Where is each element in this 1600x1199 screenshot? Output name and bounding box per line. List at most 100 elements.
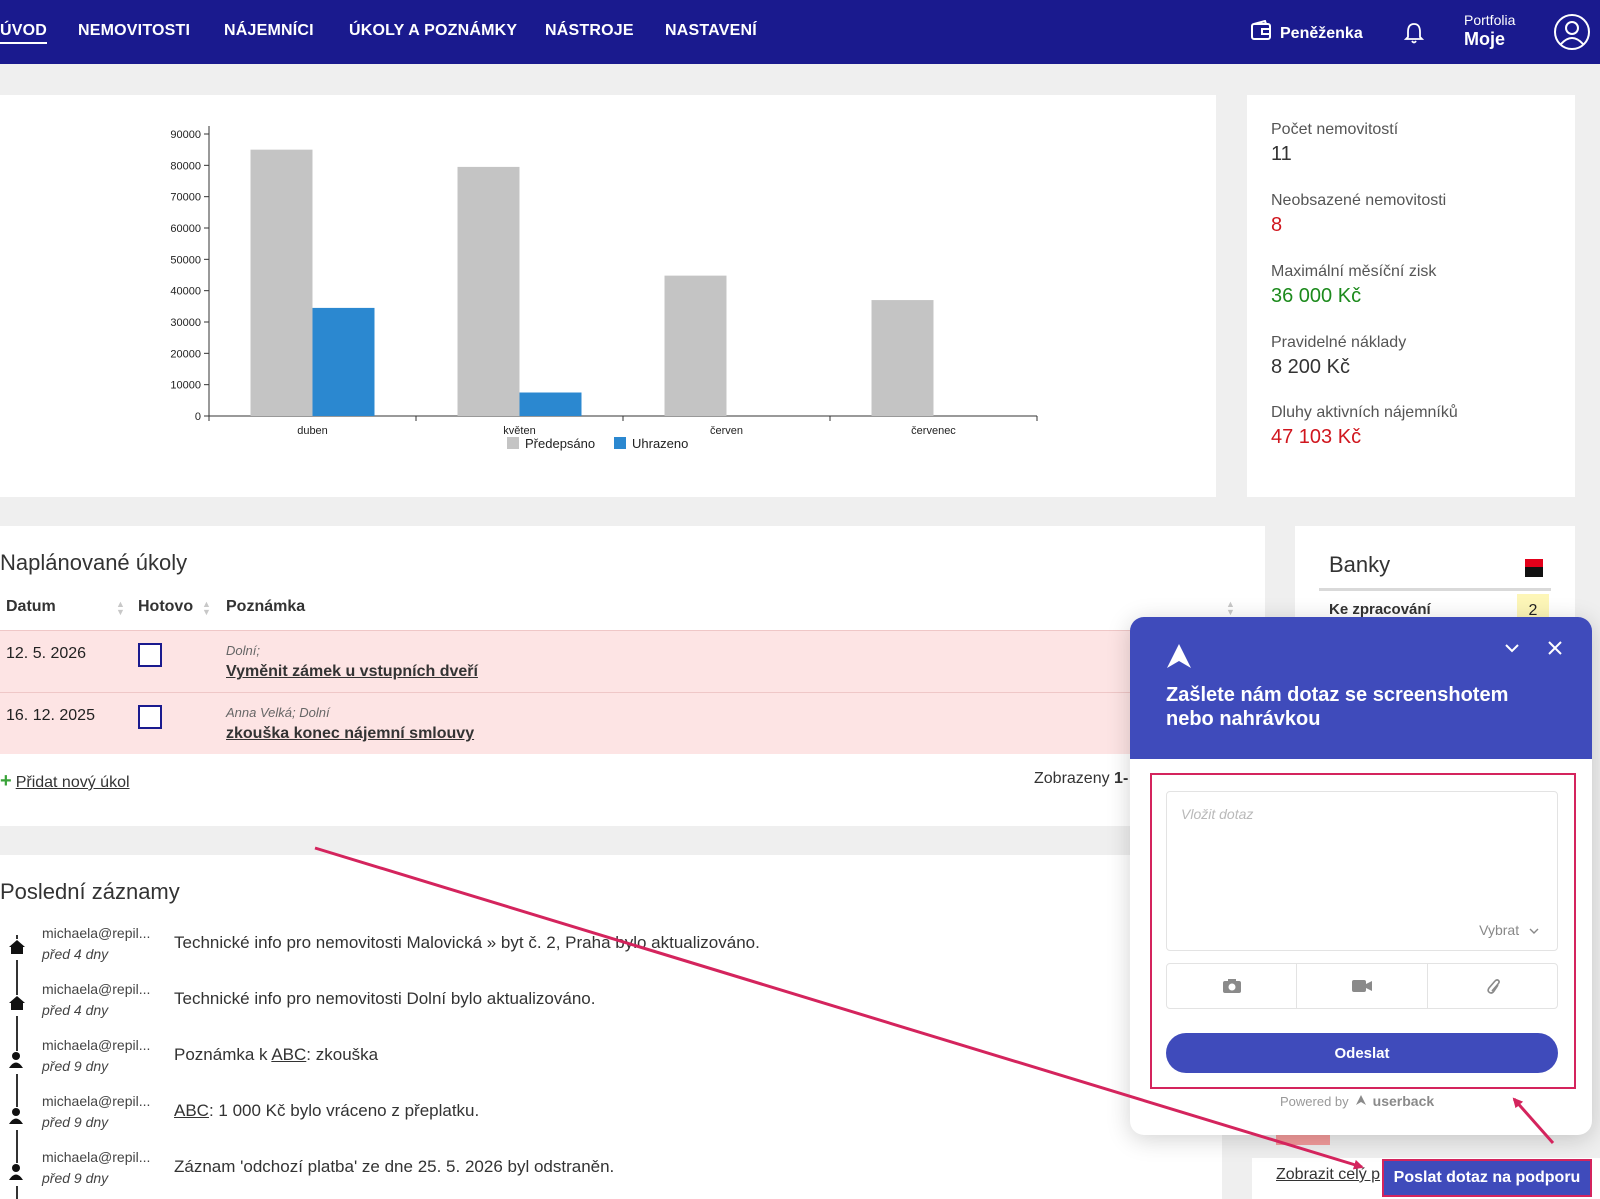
record-link[interactable]: ABC	[174, 1101, 209, 1120]
y-tick-label: 10000	[170, 380, 201, 392]
stat-value: 36 000 Kč	[1271, 285, 1362, 307]
y-tick-label: 40000	[170, 286, 201, 298]
record-user: michaela@repil...	[42, 1149, 151, 1165]
widget-title: Zašlete nám dotaz se screenshotem nebo n…	[1166, 684, 1509, 730]
stat-max-profit: Maximální měsíční zisk 36 000 Kč	[1271, 263, 1436, 308]
stat-value: 8	[1271, 214, 1283, 236]
person-icon	[8, 1163, 24, 1186]
col-header-done[interactable]: Hotovo	[138, 598, 193, 616]
chart-card: 0 10000 20000 30000 40000 50000 60000 70000 8000…	[0, 95, 1216, 497]
banks-title: Banky	[1329, 552, 1391, 577]
record-text: Záznam 'odchozí platba' ze dne 25. 5. 20…	[174, 1157, 615, 1176]
portfolio-switcher[interactable]: Portfolia Moje	[1464, 12, 1515, 50]
portfolio-label: Portfolia	[1464, 12, 1516, 28]
portfolio-value: Moje	[1464, 28, 1506, 49]
record-time: před 9 dny	[42, 1170, 109, 1186]
record-message: Záznam 'odchozí platba' ze dne 25. 5. 20…	[174, 1157, 614, 1177]
records-title: Poslední záznamy	[0, 879, 180, 904]
rent-chart: 0 10000 20000 30000 40000 50000 60000 70000 8000…	[170, 126, 1038, 451]
person-icon	[8, 1051, 24, 1074]
record-message: Technické info pro nemovitosti Malovická…	[174, 933, 760, 953]
sort-icon[interactable]: ▲ ▼	[116, 600, 125, 617]
stat-tenant-debts: Dluhy aktivních nájemníků 47 103 Kč	[1271, 404, 1458, 449]
legend-label: Uhrazeno	[632, 436, 688, 451]
video-button[interactable]	[1297, 964, 1428, 1008]
powered-by[interactable]: Powered by userback	[1280, 1093, 1434, 1109]
bell-icon[interactable]	[1403, 22, 1425, 49]
task-context: Anna Velká; Dolní	[226, 705, 330, 720]
show-full-history-link[interactable]: Zobrazit celý p	[1276, 1166, 1380, 1184]
col-header-note[interactable]: Poznámka	[226, 598, 305, 616]
task-title-link[interactable]: Vyměnit zámek u vstupních dveří	[226, 663, 478, 681]
col-header-date[interactable]: Datum	[6, 598, 56, 616]
record-text: Technické info pro nemovitosti Dolní byl…	[174, 989, 596, 1008]
record-message: Technické info pro nemovitosti Dolní byl…	[174, 989, 595, 1009]
add-task-link[interactable]: + Přidat nový úkol	[0, 770, 130, 793]
tasks-title: Naplánované úkoly	[0, 550, 188, 575]
y-tick-label: 80000	[170, 160, 201, 172]
house-icon	[8, 995, 26, 1016]
bar-uhrazeno	[312, 307, 375, 416]
legend-swatch	[507, 437, 519, 449]
wallet-button[interactable]: Peněženka	[1250, 19, 1363, 47]
record-item: michaela@repil... před 9 dny Poznámka k AB…	[0, 1037, 1222, 1093]
screenshot-button[interactable]	[1167, 964, 1298, 1008]
nav-nemovitosti[interactable]: NEMOVITOSTI	[78, 22, 190, 40]
paperclip-icon	[1487, 979, 1501, 994]
stat-label: Počet nemovitostí	[1271, 121, 1399, 138]
banks-divider	[1319, 588, 1551, 591]
x-tick-label: červen	[710, 425, 743, 437]
stats-card: Počet nemovitostí 11 Neobsazené nemovito…	[1247, 95, 1575, 497]
chevron-down-icon[interactable]	[1503, 639, 1521, 662]
close-icon[interactable]	[1546, 639, 1564, 662]
record-user: michaela@repil...	[42, 925, 151, 941]
nav-nastroje[interactable]: NÁSTROJE	[545, 22, 634, 40]
record-item: michaela@repil... před 9 dny ABC: 1 000 Kč…	[0, 1093, 1222, 1149]
sort-icon[interactable]: ▲ ▼	[1226, 600, 1235, 617]
powered-label: Powered by	[1280, 1093, 1349, 1109]
y-tick-label: 70000	[170, 192, 201, 204]
nav-ukoly[interactable]: ÚKOLY A POZNÁMKY	[349, 22, 517, 40]
userback-logo-icon	[1166, 643, 1192, 674]
nav-najemnici[interactable]: NÁJEMNÍCI	[224, 22, 314, 40]
send-button[interactable]: Odeslat	[1166, 1033, 1558, 1073]
person-icon	[8, 1107, 24, 1130]
support-request-button[interactable]: Poslat dotaz na podporu	[1382, 1159, 1592, 1197]
nav-uvod[interactable]: ÚVOD	[0, 22, 48, 44]
record-time: před 9 dny	[42, 1058, 109, 1074]
question-textarea[interactable]: Vložit dotaz Vybrat	[1166, 791, 1558, 951]
question-placeholder: Vložit dotaz	[1181, 806, 1254, 822]
task-done-checkbox[interactable]	[138, 705, 162, 729]
video-icon	[1351, 980, 1372, 992]
record-user: michaela@repil...	[42, 1093, 151, 1109]
stat-label: Neobsazené nemovitosti	[1271, 192, 1447, 209]
attachment-toolbar	[1166, 963, 1558, 1009]
nav-nastaveni[interactable]: NASTAVENÍ	[665, 22, 757, 40]
select-label: Vybrat	[1479, 922, 1520, 938]
record-text: Technické info pro nemovitosti Malovická…	[174, 933, 760, 952]
y-tick-label: 20000	[170, 348, 201, 360]
task-done-checkbox[interactable]	[138, 643, 162, 667]
feedback-widget: Zašlete nám dotaz se screenshotem nebo n…	[1130, 617, 1592, 1135]
banks-card: Banky Ke zpracování 2	[1295, 526, 1575, 626]
legend-label: Předepsáno	[525, 436, 595, 451]
user-avatar-icon[interactable]	[1553, 13, 1591, 56]
category-select[interactable]: Vybrat	[1479, 922, 1539, 938]
record-link[interactable]: ABC	[271, 1045, 306, 1064]
attach-button[interactable]	[1428, 964, 1557, 1008]
task-date: 12. 5. 2026	[6, 645, 87, 662]
record-time: před 4 dny	[42, 1002, 109, 1018]
bank-logo-icon	[1525, 559, 1543, 577]
stat-label: Dluhy aktivních nájemníků	[1271, 404, 1458, 421]
record-time: před 9 dny	[42, 1114, 109, 1130]
sort-icon[interactable]: ▲ ▼	[202, 600, 211, 617]
record-user: michaela@repil...	[42, 981, 151, 997]
house-icon	[8, 939, 26, 960]
banks-row-label[interactable]: Ke zpracování	[1329, 601, 1431, 618]
shown-label: Zobrazeny	[1034, 770, 1110, 787]
y-tick-label: 30000	[170, 317, 201, 329]
task-title-link[interactable]: zkouška konec nájemní smlouvy	[226, 725, 474, 743]
chevron-down-icon	[1529, 928, 1539, 934]
bar-uhrazeno	[519, 392, 582, 416]
record-item: michaela@repil... před 9 dny Záznam 'odcho…	[0, 1149, 1222, 1199]
